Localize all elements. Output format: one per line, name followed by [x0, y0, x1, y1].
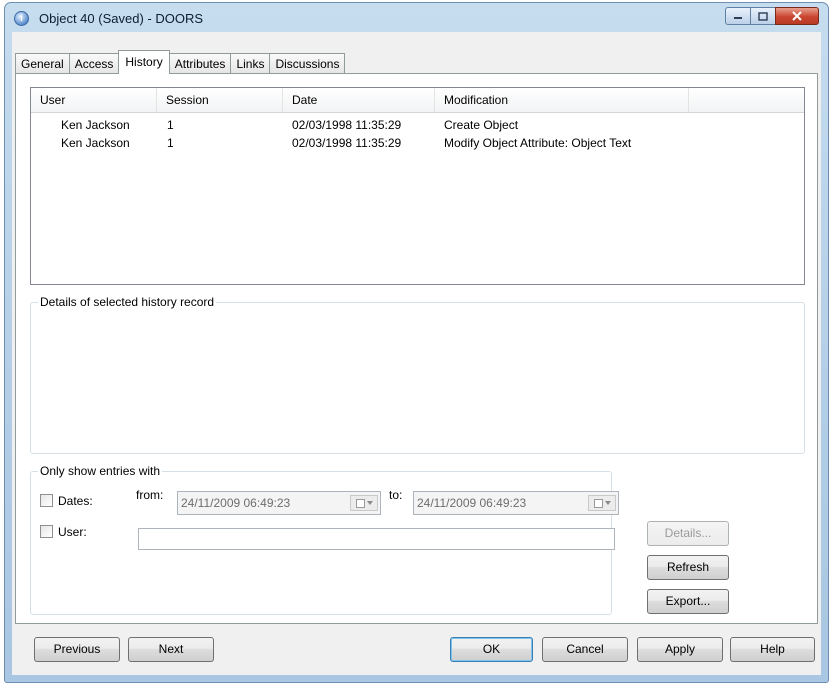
to-date-value: 24/11/2009 06:49:23	[417, 496, 527, 510]
chevron-down-icon	[366, 501, 373, 505]
from-date-value: 24/11/2009 06:49:23	[181, 496, 291, 510]
window-title: Object 40 (Saved) - DOORS	[39, 11, 203, 26]
dialog-client: General Access History Attributes Links …	[12, 32, 821, 675]
from-label: from:	[136, 488, 164, 502]
user-label: User:	[58, 525, 87, 539]
minimize-button[interactable]	[725, 7, 751, 25]
close-button[interactable]	[775, 7, 819, 25]
dialog-window: i Object 40 (Saved) - DOORS General Acce…	[4, 2, 829, 683]
calendar-icon	[593, 498, 603, 508]
user-filter-input[interactable]	[138, 528, 615, 550]
to-date-picker[interactable]: 24/11/2009 06:49:23	[413, 491, 619, 515]
close-icon	[792, 11, 802, 21]
cell-session: 1	[167, 118, 174, 132]
to-date-dropdown[interactable]	[588, 495, 616, 511]
minimize-icon	[734, 17, 742, 19]
cell-modification: Create Object	[444, 118, 519, 132]
export-button[interactable]: Export...	[647, 589, 729, 614]
cell-user: Ken Jackson	[61, 118, 130, 132]
title-bar[interactable]: i Object 40 (Saved) - DOORS	[5, 3, 828, 33]
column-header-modification[interactable]: Modification	[435, 88, 689, 112]
from-date-picker[interactable]: 24/11/2009 06:49:23	[177, 491, 381, 515]
cell-modification: Modify Object Attribute: Object Text	[444, 136, 632, 150]
dates-checkbox[interactable]	[40, 494, 53, 507]
cell-user: Ken Jackson	[61, 136, 130, 150]
help-button[interactable]: Help	[730, 637, 815, 662]
tab-strip: General Access History Attributes Links …	[15, 50, 346, 74]
from-date-dropdown[interactable]	[350, 495, 378, 511]
info-icon: i	[14, 11, 29, 26]
column-header-empty	[689, 88, 806, 112]
ok-button[interactable]: OK	[450, 637, 533, 662]
cell-date: 02/03/1998 11:35:29	[292, 118, 402, 132]
column-header-date[interactable]: Date	[283, 88, 435, 112]
cancel-button[interactable]: Cancel	[542, 637, 628, 662]
cell-session: 1	[167, 136, 174, 150]
tab-general[interactable]: General	[15, 53, 70, 74]
table-row[interactable]: Ken Jackson 1 02/03/1998 11:35:29 Create…	[31, 116, 804, 134]
tab-access[interactable]: Access	[68, 53, 120, 74]
apply-button[interactable]: Apply	[637, 637, 723, 662]
column-header-user[interactable]: User	[31, 88, 157, 112]
cell-date: 02/03/1998 11:35:29	[292, 136, 402, 150]
maximize-icon	[758, 11, 768, 21]
tab-discussions[interactable]: Discussions	[269, 53, 346, 74]
refresh-button[interactable]: Refresh	[647, 555, 729, 580]
previous-button[interactable]: Previous	[34, 637, 120, 662]
filter-group-label: Only show entries with	[38, 464, 163, 478]
history-list[interactable]: User Session Date Modification Ken Jacks…	[30, 87, 805, 285]
history-list-header: User Session Date Modification	[31, 88, 804, 113]
column-header-session[interactable]: Session	[157, 88, 283, 112]
details-group	[30, 302, 805, 454]
to-label: to:	[389, 488, 403, 502]
details-group-label: Details of selected history record	[38, 295, 217, 309]
table-row[interactable]: Ken Jackson 1 02/03/1998 11:35:29 Modify…	[31, 134, 804, 152]
next-button[interactable]: Next	[128, 637, 214, 662]
user-checkbox[interactable]	[40, 525, 53, 538]
dates-label: Dates:	[58, 494, 93, 508]
maximize-button[interactable]	[750, 7, 776, 25]
details-button[interactable]: Details...	[647, 521, 729, 546]
tab-attributes[interactable]: Attributes	[168, 53, 232, 74]
history-panel: User Session Date Modification Ken Jacks…	[15, 73, 818, 624]
tab-links[interactable]: Links	[230, 53, 271, 74]
chevron-down-icon	[604, 501, 611, 505]
tab-history[interactable]: History	[118, 50, 170, 74]
calendar-icon	[355, 498, 365, 508]
